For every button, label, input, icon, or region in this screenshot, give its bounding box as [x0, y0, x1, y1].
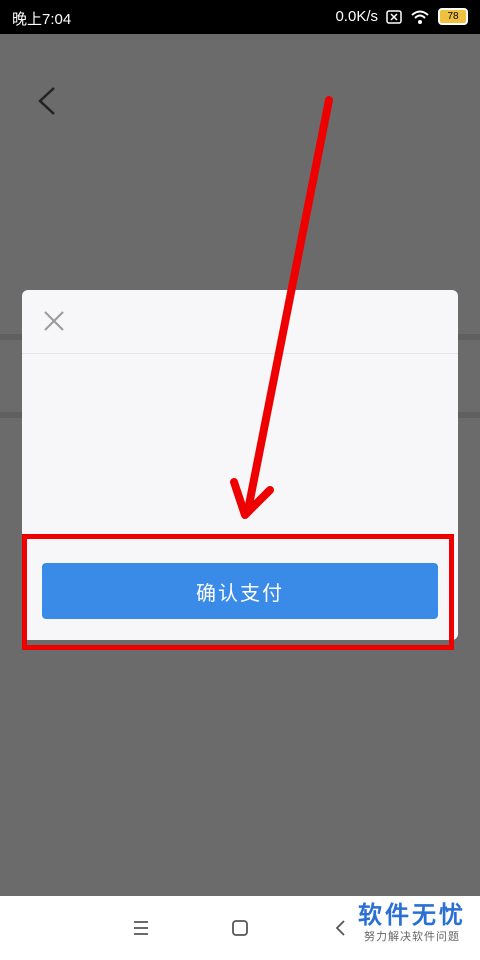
battery-icon: 78: [438, 8, 468, 25]
home-icon[interactable]: [226, 914, 254, 942]
sim-icon: [386, 9, 402, 24]
status-time: 晚上7:04: [12, 11, 72, 28]
watermark-logo: 软件无忧 努力解决软件问题: [358, 902, 466, 944]
status-indicators: 0.0K/s 78: [335, 8, 468, 25]
dialog-header: [22, 290, 458, 354]
status-bar: 晚上7:04 0.0K/s 78: [0, 0, 480, 34]
system-nav-bar: 软件无忧 努力解决软件问题: [0, 896, 480, 960]
watermark-title: 软件无忧: [358, 902, 466, 929]
wifi-icon: [411, 10, 429, 24]
back-icon[interactable]: [36, 86, 58, 116]
menu-icon[interactable]: [127, 914, 155, 942]
watermark-subtitle: 努力解决软件问题: [364, 931, 460, 943]
close-icon[interactable]: [40, 307, 68, 335]
network-speed: 0.0K/s: [335, 8, 378, 25]
annotation-highlight-box: [22, 534, 454, 650]
nav-back-icon[interactable]: [327, 914, 355, 942]
